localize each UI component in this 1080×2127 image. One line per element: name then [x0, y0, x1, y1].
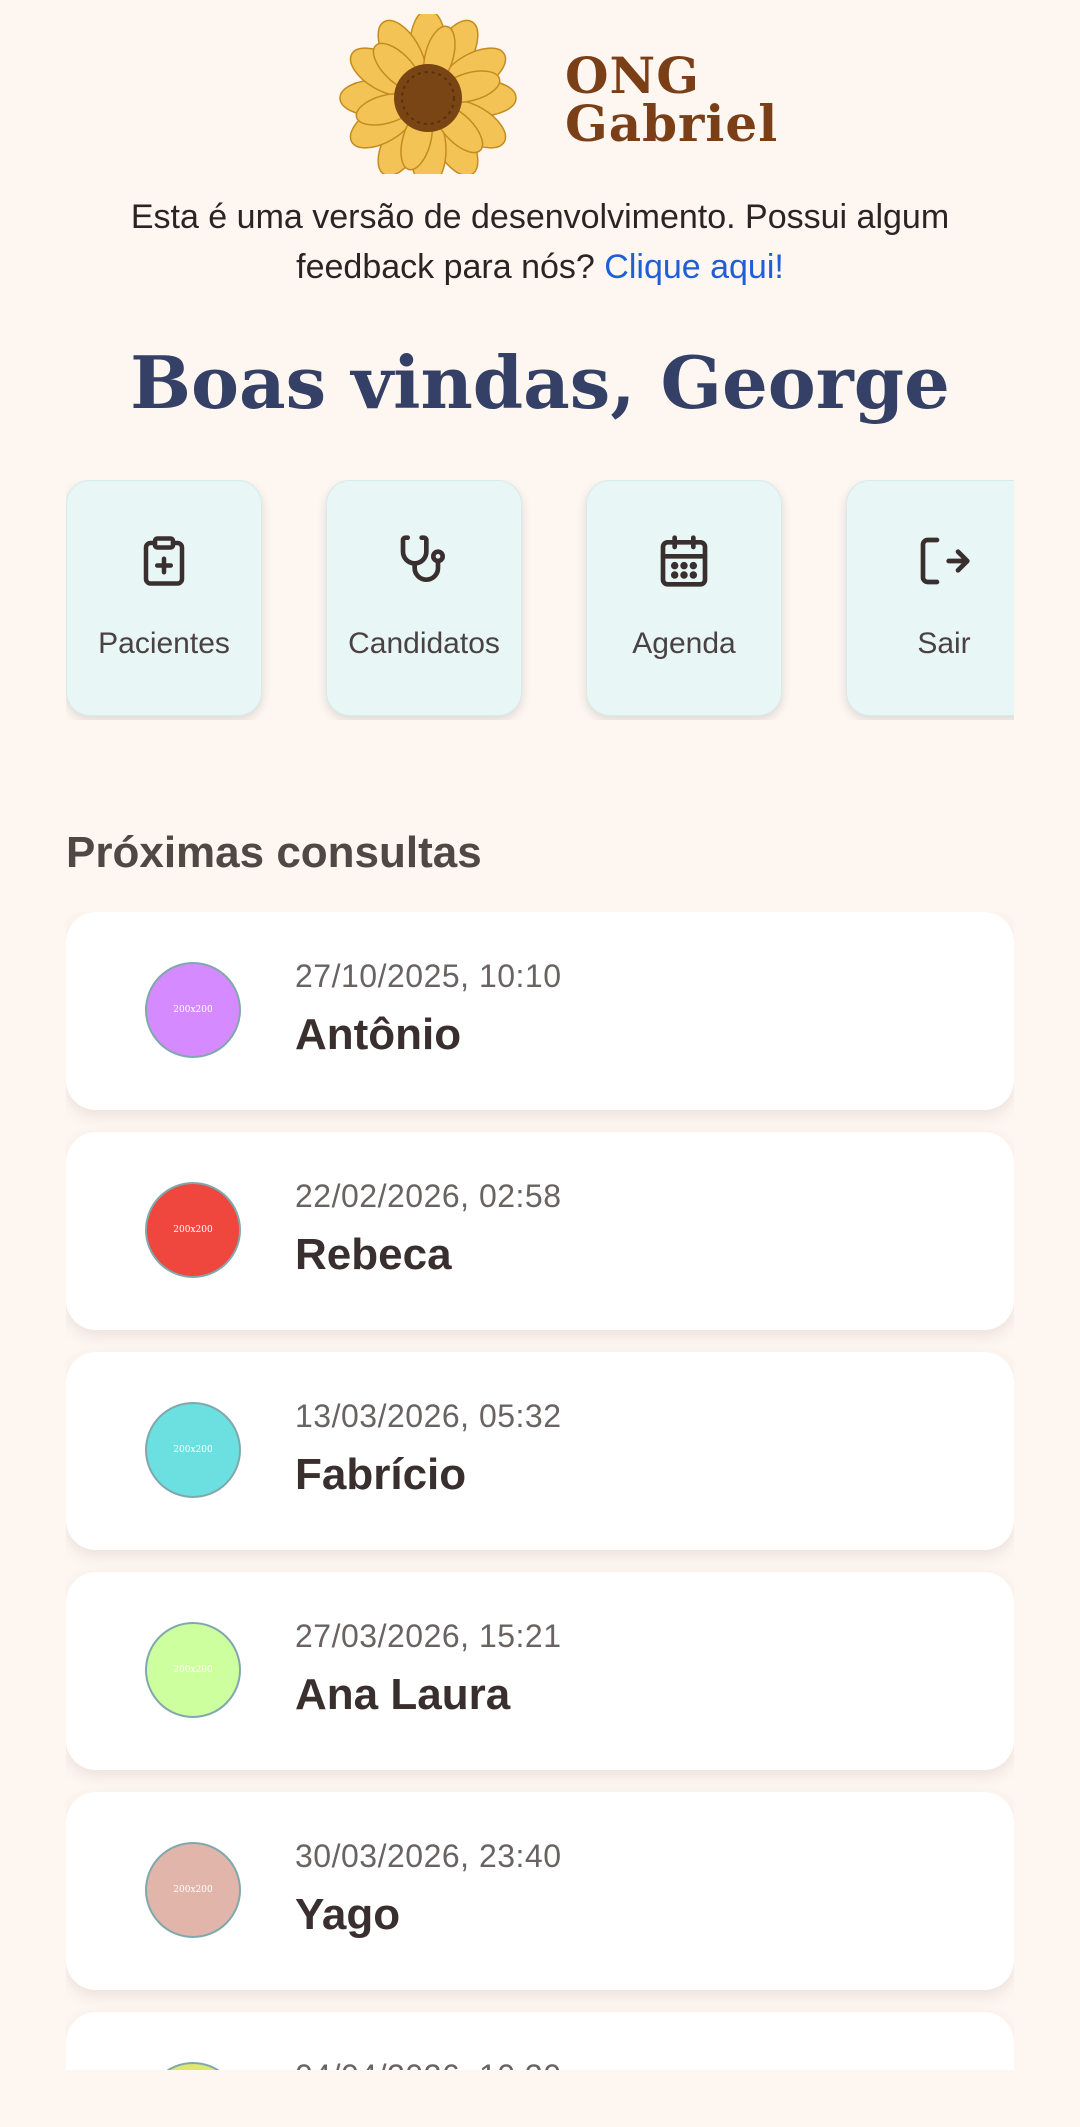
- action-label: Candidatos: [348, 627, 500, 660]
- appointments-list[interactable]: 200x200 27/10/2025, 10:10 Antônio 200x20…: [66, 912, 1014, 2070]
- stethoscope-icon: [327, 531, 521, 591]
- avatar-placeholder-text: 200x200: [173, 1445, 213, 1455]
- action-label: Agenda: [632, 627, 736, 660]
- dev-note-text: Esta é uma versão de desenvolvimento. Po…: [130, 198, 950, 286]
- avatar: 200x200: [145, 1622, 241, 1718]
- appointment-card[interactable]: 200x200 27/10/2025, 10:10 Antônio: [66, 912, 1014, 1110]
- action-candidatos[interactable]: Candidatos: [326, 480, 522, 716]
- patient-name: Antônio: [295, 1010, 462, 1059]
- appointment-date: 27/10/2025, 10:10: [295, 958, 562, 994]
- avatar-placeholder-text: 200x200: [173, 1005, 213, 1015]
- appointment-date: 30/03/2026, 23:40: [295, 1838, 562, 1874]
- appointment-date: 13/03/2026, 05:32: [295, 1398, 562, 1434]
- patient-name: Fabrício: [295, 1450, 467, 1499]
- feedback-link[interactable]: Clique aqui!: [604, 248, 784, 286]
- logo-text: ONG Gabriel: [565, 46, 779, 153]
- appointment-card[interactable]: 200x200 27/03/2026, 15:21 Ana Laura: [66, 1572, 1014, 1770]
- header: ONG Gabriel: [0, 0, 1080, 180]
- appointment-date: 22/02/2026, 02:58: [295, 1178, 562, 1214]
- quick-actions: Pacientes Candidatos Agenda Sair: [66, 480, 1014, 720]
- avatar: 200x200: [145, 1842, 241, 1938]
- patient-name: Yago: [295, 1890, 401, 1939]
- patient-name: Ana Laura: [295, 1670, 511, 1719]
- action-label: Sair: [917, 627, 971, 660]
- action-agenda[interactable]: Agenda: [586, 480, 782, 716]
- appointment-card[interactable]: 200x200 13/03/2026, 05:32 Fabrício: [66, 1352, 1014, 1550]
- appointment-card[interactable]: 200x200 22/02/2026, 02:58 Rebeca: [66, 1132, 1014, 1330]
- logout-icon: [847, 531, 1014, 591]
- avatar-placeholder-text: 200x200: [173, 1885, 213, 1895]
- action-pacientes[interactable]: Pacientes: [66, 480, 262, 716]
- avatar: 200x200: [145, 1182, 241, 1278]
- appointment-card[interactable]: 200x200 04/04/2026, 10:30: [66, 2012, 1014, 2070]
- clipboard-plus-icon: [67, 531, 261, 591]
- appointment-card[interactable]: 200x200 30/03/2026, 23:40 Yago: [66, 1792, 1014, 1990]
- appointment-date: 04/04/2026, 10:30: [295, 2058, 562, 2070]
- avatar: 200x200: [145, 2062, 241, 2070]
- action-sair[interactable]: Sair: [846, 480, 1014, 716]
- section-title: Próximas consultas: [66, 828, 482, 877]
- appointment-date: 27/03/2026, 15:21: [295, 1618, 562, 1654]
- patient-name: Rebeca: [295, 1230, 452, 1279]
- dev-feedback-note: Esta é uma versão de desenvolvimento. Po…: [60, 192, 1020, 292]
- logo-line2: Gabriel: [565, 94, 779, 153]
- logo-line1: ONG: [565, 46, 700, 105]
- welcome-heading: Boas vindas, George: [130, 340, 950, 425]
- action-label: Pacientes: [98, 627, 230, 660]
- avatar: 200x200: [145, 962, 241, 1058]
- avatar-placeholder-text: 200x200: [173, 1225, 213, 1235]
- avatar-placeholder-text: 200x200: [173, 1665, 213, 1675]
- sunflower-logo-icon: [339, 14, 517, 174]
- avatar: 200x200: [145, 1402, 241, 1498]
- calendar-icon: [587, 531, 781, 591]
